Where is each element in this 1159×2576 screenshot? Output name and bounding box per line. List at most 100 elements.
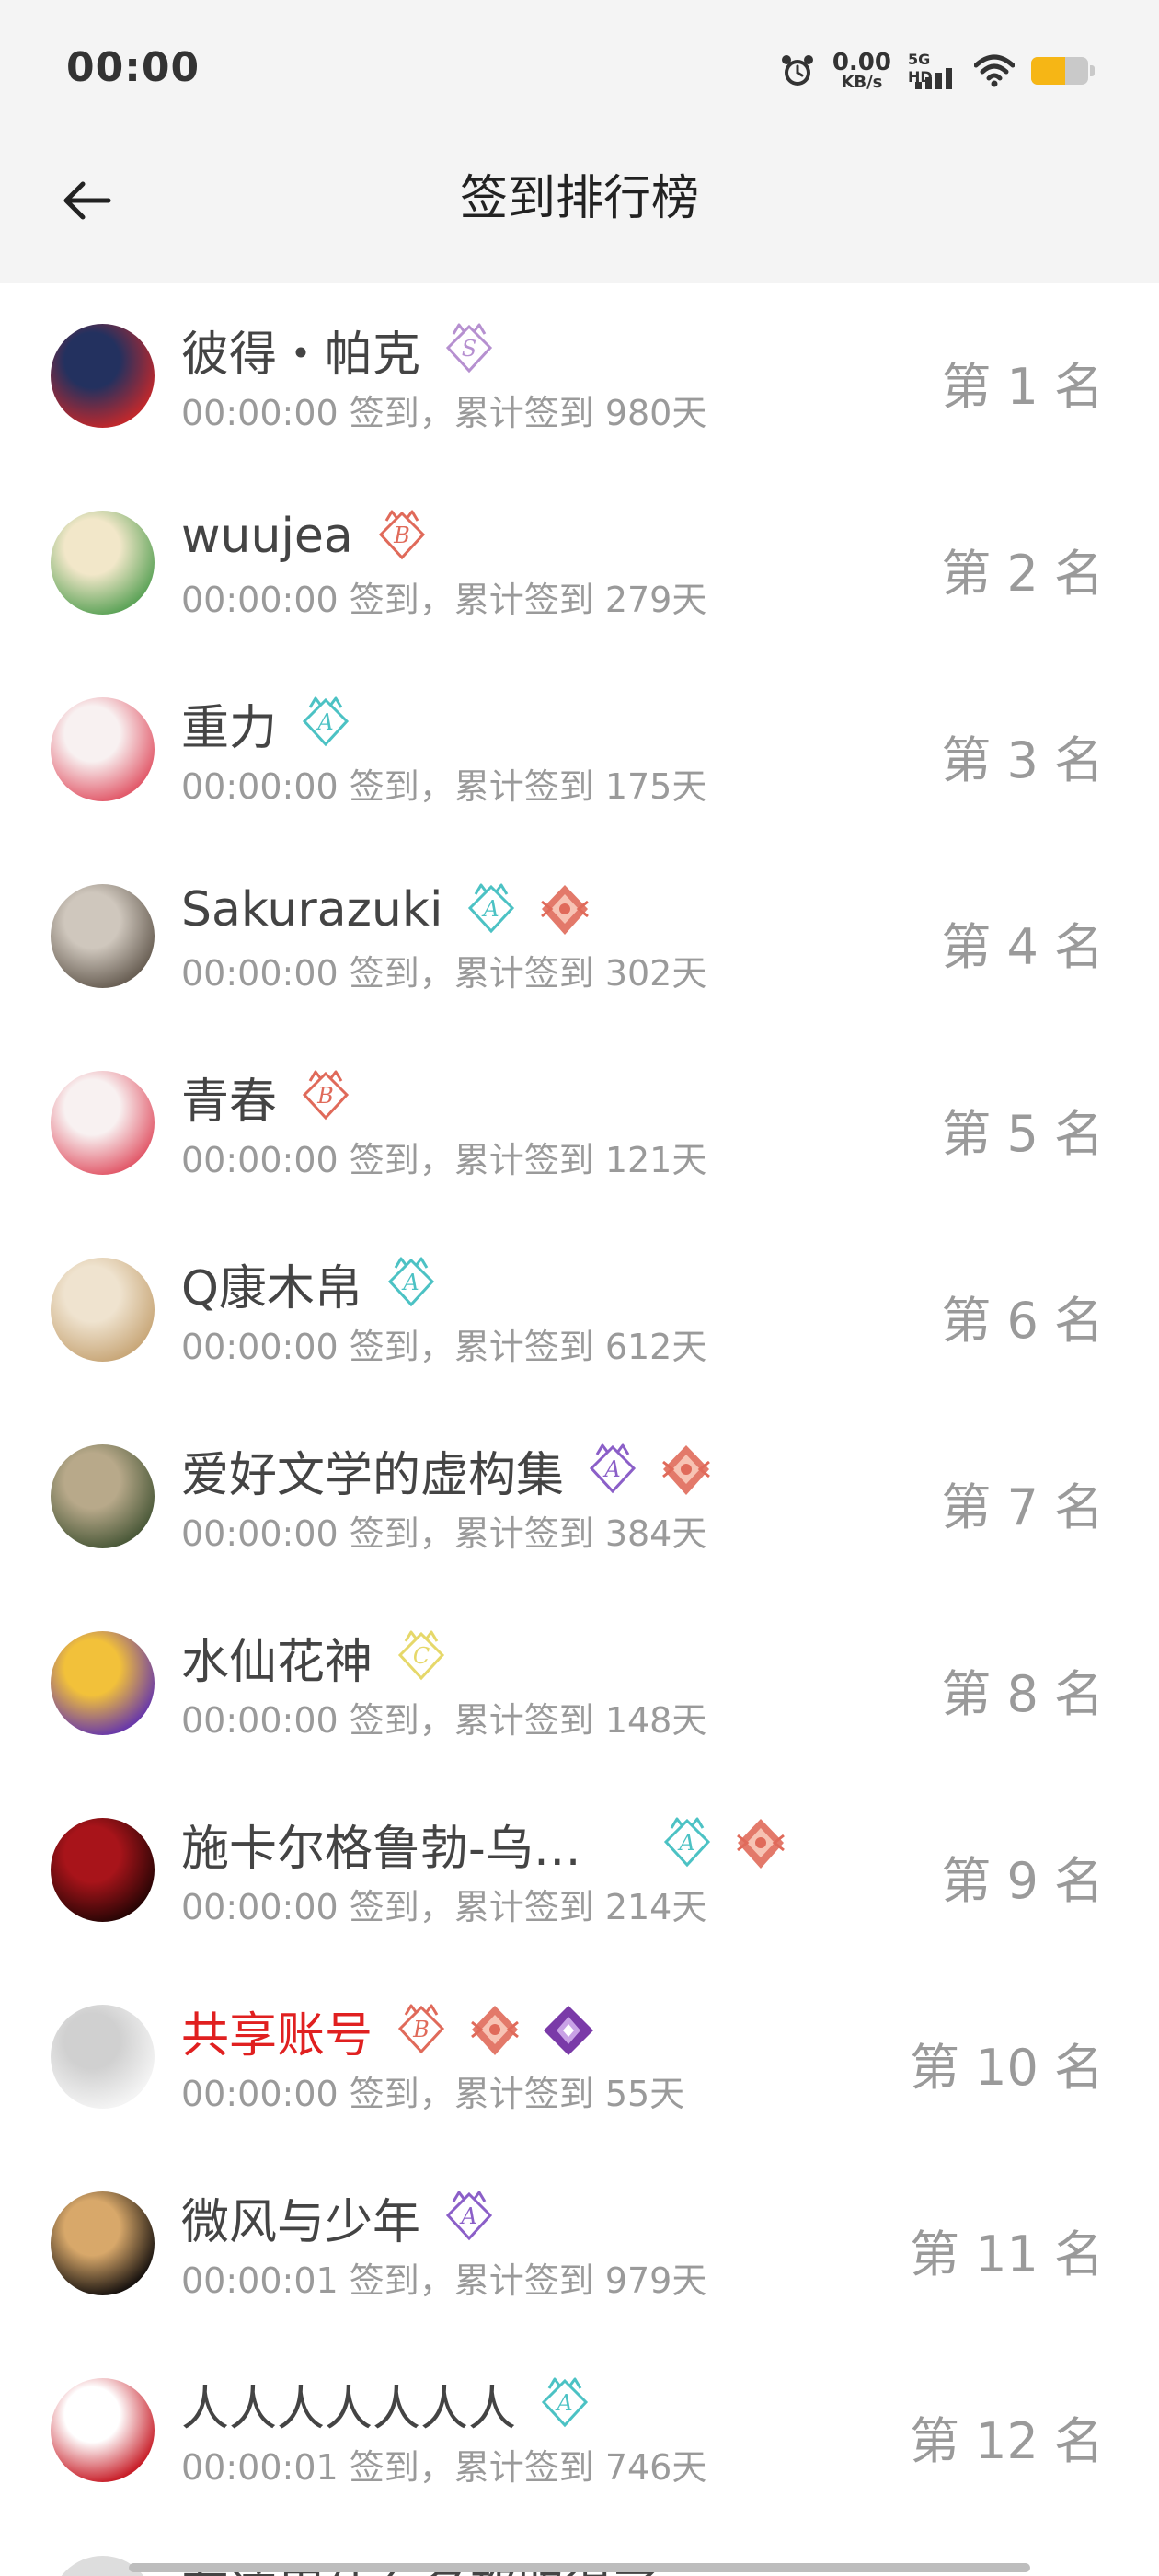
page-title: 签到排行榜 [459,171,699,226]
svg-text:A: A [602,1456,620,1482]
list-item[interactable]: 微风与少年 A 00:00:01 签到，累计签到 979天 第 11 名 [0,2151,1159,2338]
list-item[interactable]: 人人人人人人人 A 00:00:01 签到，累计签到 746天 第 12 名 [0,2338,1159,2524]
rank-label: 第 5 名 [941,1105,1104,1163]
name-line: 微风与少年 A [181,2184,498,2250]
avatar[interactable] [51,2191,155,2295]
list-item[interactable]: 爱好文学的虚构集 A 00:00:00 签到，累计签到 384天 第 7 名 [0,1404,1159,1591]
avatar[interactable] [51,324,155,428]
avatar[interactable] [51,1444,155,1548]
svg-text:S: S [462,336,476,362]
user-name[interactable]: 微风与少年 [181,2183,420,2252]
rank-label: 第 7 名 [941,1478,1104,1536]
user-name[interactable]: Q康木帛 [181,1249,362,1318]
name-line: 施卡尔格鲁勃-乌… A [181,1811,789,1877]
rank-label: 第 3 名 [941,731,1104,789]
medal-badge-icon [658,1442,715,1499]
badge-group: A [297,695,354,752]
name-line: wuujea B [181,503,430,569]
avatar[interactable] [51,1818,155,1922]
avatar[interactable] [51,697,155,801]
rank-badge-icon: A [383,1255,440,1312]
avatar[interactable] [51,2378,155,2482]
rank-badge-icon: A [463,881,520,938]
list-item[interactable]: 共享账号 B 00:00:00 签到，累计签到 55天 第 10 名 [0,1964,1159,2151]
user-name[interactable]: 人人人人人人人 [181,2370,516,2439]
badge-group: A [463,881,593,938]
list-item[interactable]: 青春 B 00:00:00 签到，累计签到 121天 第 5 名 [0,1030,1159,1217]
rank-label: 第 2 名 [941,545,1104,603]
checkin-info: 00:00:00 签到，累计签到 612天 [181,1327,707,1367]
user-name[interactable]: 施卡尔格鲁勃-乌… [181,1810,581,1879]
avatar[interactable] [51,1631,155,1735]
rank-badge-icon: B [393,2002,450,2059]
rank-badge-icon: A [584,1442,641,1499]
checkin-info: 00:00:00 签到，累计签到 175天 [181,766,707,807]
rank-badge-icon: B [373,508,430,565]
checkin-info: 00:00:00 签到，累计签到 148天 [181,1700,707,1741]
user-name[interactable]: wuujea [181,509,353,564]
name-line: 爱好文学的虚构集 A [181,1437,715,1503]
list-item[interactable]: Q康木帛 A 00:00:00 签到，累计签到 612天 第 6 名 [0,1217,1159,1404]
rank-label: 第 12 名 [909,2412,1104,2470]
user-name[interactable]: 水仙花神 [181,1623,373,1692]
user-name[interactable]: Sakurazuki [181,882,442,937]
name-line: 彼得・帕克 S [181,316,498,383]
name-line: 共享账号 B [181,1997,597,2064]
rank-badge-icon: A [441,2189,498,2246]
badge-group: A [536,2375,593,2432]
avatar[interactable] [51,1071,155,1175]
status-icons: 0.00 KB/s 5G HD [779,48,1095,94]
rank-label: 第 4 名 [941,918,1104,976]
checkin-info: 00:00:01 签到，累计签到 746天 [181,2447,707,2488]
user-name[interactable]: 共享账号 [181,1996,373,2065]
svg-text:B: B [393,523,410,548]
svg-text:B: B [316,1083,334,1109]
ranking-list[interactable]: 彼得・帕克 S 00:00:00 签到，累计签到 980天 第 1 名 wuujea B 0… [0,283,1159,2524]
avatar[interactable] [51,884,155,988]
checkin-info: 00:00:00 签到，累计签到 980天 [181,393,707,433]
badge-group: S [441,321,498,378]
net-speed: 0.00 KB/s [832,49,891,92]
rank-badge-icon: A [536,2375,593,2432]
name-line: 青春 B [181,1064,354,1130]
list-item[interactable]: 水仙花神 C 00:00:00 签到，累计签到 148天 第 8 名 [0,1591,1159,1777]
checkin-info: 00:00:01 签到，累计签到 979天 [181,2260,707,2301]
checkin-info: 00:00:00 签到，累计签到 121天 [181,1140,707,1180]
rank-label: 第 8 名 [941,1665,1104,1723]
svg-text:B: B [412,2017,430,2042]
list-item[interactable]: 彼得・帕克 S 00:00:00 签到，累计签到 980天 第 1 名 [0,283,1159,470]
name-line: 水仙花神 C [181,1624,450,1690]
medal-badge-icon [536,881,593,938]
badge-group: A [441,2189,498,2246]
svg-text:A: A [316,709,333,735]
avatar[interactable] [51,511,155,615]
badge-group: C [393,1628,450,1685]
scroll-indicator[interactable] [129,2563,1030,2572]
rank-badge-icon: C [393,1628,450,1685]
gem-badge-icon [540,2002,597,2059]
user-name[interactable]: 青春 [181,1063,277,1132]
user-name[interactable]: 彼得・帕克 [181,316,420,385]
name-line: 人人人人人人人 A [181,2371,593,2437]
rank-badge-icon: S [441,321,498,378]
rank-label: 第 1 名 [941,358,1104,416]
list-item[interactable]: 重力 A 00:00:00 签到，累计签到 175天 第 3 名 [0,657,1159,844]
badge-group: B [393,2002,597,2059]
medal-badge-icon [466,2002,523,2059]
svg-text:A: A [482,896,499,922]
checkin-info: 00:00:00 签到，累计签到 302天 [181,953,707,994]
badge-group: A [383,1255,440,1312]
list-item[interactable]: 施卡尔格鲁勃-乌… A 00:00:00 签到，累计签到 214天 第 9 名 [0,1777,1159,1964]
signal-icon: 5G HD [908,51,958,91]
list-item[interactable]: wuujea B 00:00:00 签到，累计签到 279天 第 2 名 [0,470,1159,657]
status-bar: 00:00 0.00 KB/s 5G HD [0,0,1159,143]
list-item[interactable]: Sakurazuki A 00:00:00 签到，累计签到 302天 第 4 名 [0,844,1159,1030]
rank-badge-icon: A [659,1815,716,1872]
user-name[interactable]: 重力 [181,689,277,758]
wifi-icon [974,54,1015,87]
status-time: 00:00 [66,44,201,91]
user-name[interactable]: 爱好文学的虚构集 [181,1436,564,1505]
avatar[interactable] [51,2005,155,2109]
avatar[interactable] [51,1258,155,1362]
checkin-info: 00:00:00 签到，累计签到 384天 [181,1513,707,1554]
